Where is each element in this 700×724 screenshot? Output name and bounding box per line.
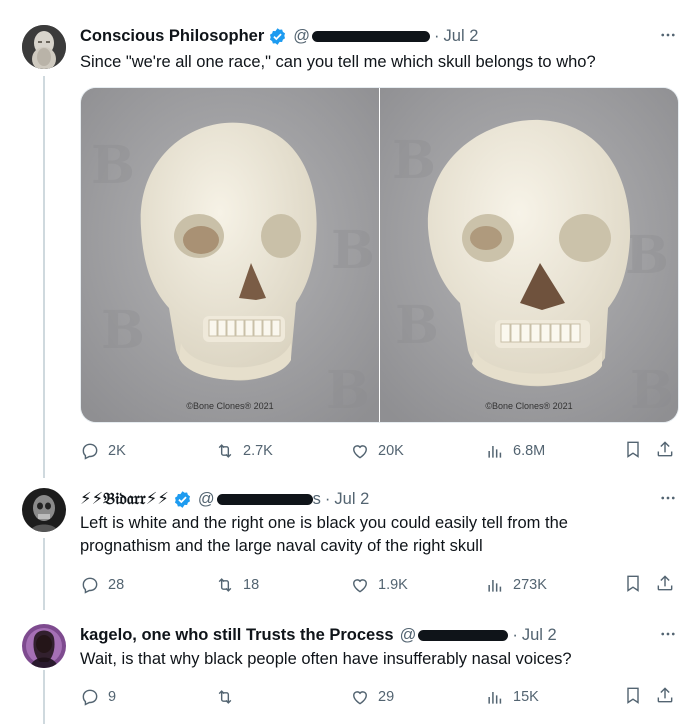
display-name[interactable]: Conscious Philosopher — [80, 27, 264, 46]
handle[interactable]: @ — [400, 626, 509, 645]
retweet-button[interactable] — [215, 685, 243, 709]
tweet-date[interactable]: Jul 2 — [522, 626, 557, 645]
share-icon[interactable] — [655, 573, 677, 595]
reply-button[interactable]: 28 — [80, 573, 124, 597]
separator-dot: · — [324, 489, 331, 508]
skull-image-left[interactable]: B B B B ©Bone Clones® 2021 — [81, 88, 379, 422]
separator-dot: · — [512, 625, 518, 644]
image-credit: ©Bone Clones® 2021 — [485, 401, 573, 411]
redacted-handle — [312, 30, 431, 42]
handle[interactable]: @ — [293, 27, 431, 46]
retweet-icon — [218, 690, 232, 704]
display-name[interactable]: kagelo, one who still Trusts the Process — [80, 626, 394, 645]
svg-text:B: B — [331, 220, 375, 281]
like-icon — [353, 579, 367, 593]
tweet-media[interactable]: B B B B ©Bone Clones® 2021 B B B B ©Bone… — [80, 87, 679, 423]
tweet-text: Wait, is that why black people often hav… — [80, 650, 572, 668]
svg-text:B: B — [630, 360, 674, 421]
handle[interactable]: @ s — [198, 490, 321, 509]
svg-text:B: B — [625, 225, 669, 286]
like-icon — [353, 445, 367, 459]
avatar[interactable] — [22, 25, 66, 69]
tweet-header: ⚡⚡𝔅𝔦𝔡𝔞𝔯𝔯⚡⚡ @ s · Jul 2 — [80, 488, 369, 510]
verified-icon — [270, 27, 286, 45]
reply-icon — [82, 577, 98, 594]
svg-text:B: B — [326, 360, 370, 421]
views-icon — [488, 446, 502, 458]
thread-line — [43, 538, 45, 610]
retweet-icon — [218, 578, 232, 592]
tweet-actions: 28 18 1.9K 273K — [80, 573, 680, 597]
views-icon — [488, 692, 502, 704]
verified-icon — [174, 490, 190, 508]
tweet-date[interactable]: Jul 2 — [444, 27, 479, 46]
avatar[interactable] — [22, 488, 66, 532]
views-icon — [488, 580, 502, 592]
views-button[interactable]: 273K — [485, 573, 547, 597]
svg-text:B: B — [395, 295, 439, 356]
tweet-header: kagelo, one who still Trusts the Process… — [80, 624, 557, 646]
views-button[interactable]: 6.8M — [485, 439, 545, 463]
like-button[interactable]: 29 — [350, 685, 394, 709]
thread-line — [43, 76, 45, 478]
like-icon — [353, 691, 367, 705]
retweet-icon — [218, 444, 232, 458]
display-name[interactable]: ⚡⚡𝔅𝔦𝔡𝔞𝔯𝔯⚡⚡ — [80, 489, 169, 509]
views-button[interactable]: 15K — [485, 685, 539, 709]
more-icon[interactable] — [656, 622, 680, 646]
tweet-date[interactable]: Jul 2 — [334, 490, 369, 509]
reply-button[interactable]: 2K — [80, 439, 126, 463]
more-icon[interactable] — [656, 23, 680, 47]
like-button[interactable]: 1.9K — [350, 573, 408, 597]
svg-text:B: B — [101, 300, 145, 361]
svg-text:B: B — [392, 130, 436, 191]
retweet-button[interactable]: 18 — [215, 573, 259, 597]
bookmark-icon[interactable] — [623, 439, 645, 461]
tweet-text: Since "we're all one race," can you tell… — [80, 53, 596, 71]
tweet-actions: 2K 2.7K 20K 6.8M — [80, 439, 680, 463]
tweet-actions: 9 29 15K — [80, 685, 680, 709]
svg-text:B: B — [91, 135, 135, 196]
avatar[interactable] — [22, 624, 66, 668]
skull-image-right[interactable]: B B B B ©Bone Clones® 2021 — [380, 88, 678, 422]
separator-dot: · — [434, 26, 440, 45]
bookmark-icon[interactable] — [623, 685, 645, 707]
tweet-header: Conscious Philosopher @ · Jul 2 — [80, 25, 478, 47]
more-icon[interactable] — [656, 486, 680, 510]
reply-icon — [82, 689, 98, 706]
share-icon[interactable] — [655, 685, 677, 707]
redacted-handle — [418, 629, 509, 641]
thread-line — [43, 670, 45, 724]
retweet-button[interactable]: 2.7K — [215, 439, 273, 463]
like-button[interactable]: 20K — [350, 439, 404, 463]
bookmark-icon[interactable] — [623, 573, 645, 595]
tweet-text: Left is white and the right one is black… — [80, 514, 568, 555]
redacted-handle — [216, 493, 313, 505]
reply-button[interactable]: 9 — [80, 685, 116, 709]
image-credit: ©Bone Clones® 2021 — [186, 401, 274, 411]
reply-icon — [82, 443, 98, 460]
share-icon[interactable] — [655, 439, 677, 461]
